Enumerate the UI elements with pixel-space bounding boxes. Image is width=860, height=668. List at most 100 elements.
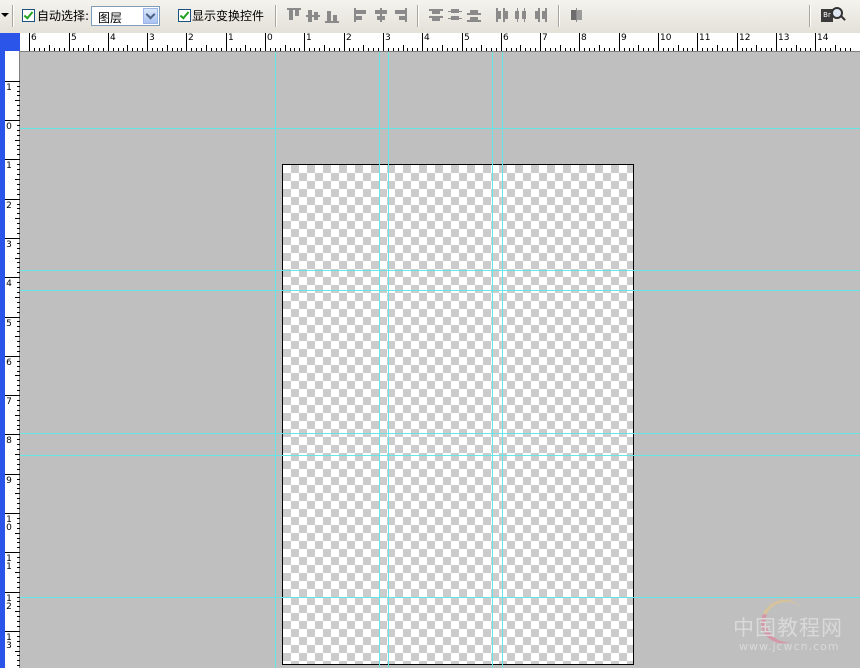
align-bottom-edges-icon[interactable] (325, 8, 341, 24)
ruler-tick (565, 48, 566, 51)
align-right-edges-icon[interactable] (392, 8, 408, 24)
ruler-tick (172, 48, 173, 51)
align-horizontal-centers-icon[interactable] (373, 8, 389, 24)
horizontal-guide[interactable] (20, 455, 860, 456)
horizontal-guide[interactable] (20, 290, 860, 291)
ruler-tick (152, 48, 153, 51)
ruler-tick (319, 48, 320, 51)
distribute-bottom-icon[interactable] (467, 8, 483, 24)
separator (558, 5, 560, 27)
ruler-label: 11 (699, 33, 711, 43)
ruler-origin-corner[interactable] (0, 33, 20, 51)
horizontal-ruler[interactable]: 6 5 4 3 2 1 0 1 2 3 4 5 6 7 8 9 10 11 12 13 14 (20, 33, 860, 52)
ruler-tick (742, 48, 743, 51)
ruler-tick (353, 48, 354, 51)
ruler-tick (442, 45, 443, 51)
ruler-tick (393, 48, 394, 51)
auto-select-label: 自动选择: (37, 9, 90, 23)
ruler-tick (363, 45, 364, 51)
ruler-tick (751, 48, 752, 51)
ruler-tick (236, 48, 237, 51)
distribute-left-icon[interactable] (495, 8, 511, 24)
ruler-label: 1 (228, 33, 234, 43)
ruler-tick (285, 45, 286, 51)
ruler-tick (835, 45, 836, 51)
auto-select-target-value: 图层 (98, 11, 123, 25)
ruler-tick (98, 48, 99, 51)
vertical-guide[interactable] (502, 52, 503, 668)
ruler-tick (648, 48, 649, 51)
ruler-tick (800, 48, 801, 51)
ruler-tick (240, 48, 241, 51)
ruler-tick (309, 48, 310, 51)
distribute-right-icon[interactable] (533, 8, 549, 24)
ruler-tick (329, 48, 330, 51)
ruler-label: 0 (267, 33, 273, 43)
ruler-tick (845, 48, 846, 51)
show-transform-controls-checkbox[interactable] (178, 9, 191, 22)
ruler-tick (5, 592, 20, 593)
auto-select-checkbox[interactable] (22, 9, 35, 22)
distribute-top-icon[interactable] (429, 8, 445, 24)
separator (417, 5, 419, 27)
ruler-label: 7 (6, 397, 12, 407)
ruler-tick (776, 33, 777, 51)
ruler-tick (123, 48, 124, 51)
ruler-tick (211, 48, 212, 51)
ruler-label: 2 (346, 33, 352, 43)
ruler-label: 5 (6, 319, 12, 329)
horizontal-guide[interactable] (20, 270, 860, 271)
ruler-tick (766, 48, 767, 51)
ruler-tick (594, 48, 595, 51)
ruler-tick (5, 434, 20, 435)
ruler-tick (5, 356, 20, 357)
ruler-tick (383, 33, 384, 51)
ruler-tick (260, 48, 261, 51)
ruler-label: 5 (71, 33, 77, 43)
vertical-guide[interactable] (379, 52, 380, 668)
distribute-horizontal-centers-icon[interactable] (514, 8, 530, 24)
ruler-label: 7 (542, 33, 548, 43)
ruler-tick (349, 48, 350, 51)
ruler-tick (820, 48, 821, 51)
ruler-tick (422, 33, 423, 51)
options-bar: 自动选择: 图层 显示变换控件 Br (0, 0, 860, 34)
auto-align-layers-icon[interactable] (570, 8, 586, 24)
ruler-tick (574, 48, 575, 51)
ruler-tick (299, 48, 300, 51)
ruler-tick (373, 48, 374, 51)
horizontal-guide[interactable] (20, 433, 860, 434)
vertical-guide[interactable] (275, 52, 276, 668)
document-canvas[interactable] (282, 164, 634, 665)
ruler-tick (629, 48, 630, 51)
ruler-tick (5, 631, 20, 632)
horizontal-guide[interactable] (20, 128, 860, 129)
horizontal-guide[interactable] (20, 597, 860, 598)
ruler-tick (584, 48, 585, 51)
ruler-tick (265, 33, 266, 51)
vertical-guide[interactable] (388, 52, 389, 668)
ruler-tick (466, 48, 467, 51)
tool-preset-dropdown-icon[interactable] (1, 13, 9, 17)
ruler-tick (506, 48, 507, 51)
align-left-edges-icon[interactable] (354, 8, 370, 24)
ruler-tick (59, 48, 60, 51)
go-to-bridge-button[interactable]: Br (821, 6, 846, 26)
ruler-tick (437, 48, 438, 51)
align-top-edges-icon[interactable] (287, 8, 303, 24)
ruler-tick (132, 48, 133, 51)
align-vertical-centers-icon[interactable] (306, 8, 322, 24)
ruler-tick (324, 45, 325, 51)
ruler-tick (5, 552, 20, 553)
auto-select-target-dropdown[interactable]: 图层 (91, 6, 160, 26)
ruler-tick (127, 45, 128, 51)
ruler-label: 13 (6, 633, 12, 651)
ruler-tick (687, 48, 688, 51)
chevron-down-icon[interactable] (143, 8, 158, 24)
vertical-guide[interactable] (492, 52, 493, 668)
ruler-tick (614, 48, 615, 51)
ruler-tick (142, 48, 143, 51)
vertical-ruler[interactable]: 1 0 1 2 3 4 5 6 7 8 9 10 11 12 13 (0, 51, 20, 668)
canvas-workspace[interactable] (20, 52, 860, 668)
distribute-vertical-centers-icon[interactable] (448, 8, 464, 24)
